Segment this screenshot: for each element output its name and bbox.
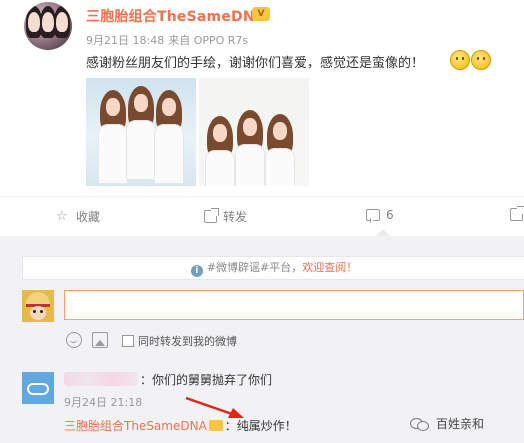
sync-forward-label: 同时转发到我的微博 [138,335,237,348]
post-text: 感谢粉丝朋友们的手绘，谢谢你们喜爱，感觉还是蛮像的！ [86,56,425,71]
post-meta: 9月21日 18:48 来自 OPPO R7s [86,32,248,48]
star-icon: ☆ [56,208,68,224]
reply-text: ：纯属炒作！ [224,419,297,433]
favorite-button[interactable]: ☆ 收藏 [56,208,100,225]
author-name[interactable]: 三胞胎组合TheSameDNA [86,6,266,26]
favorite-label: 收藏 [76,210,101,224]
comment-icon [366,209,380,221]
comment-count: 6 [386,208,394,222]
comment-input[interactable] [64,290,524,320]
info-icon: i [190,265,203,277]
forward-button[interactable]: 转发 [204,208,247,225]
forward-icon [204,208,219,223]
post-source: 来自 OPPO R7s [168,34,249,47]
wechat-logo-icon [410,416,430,432]
my-avatar[interactable] [22,290,54,322]
thumb-up-icon [510,206,524,221]
post-photo-1[interactable] [86,78,196,186]
like-button[interactable] [510,206,524,221]
image-upload-icon[interactable] [92,332,108,348]
notice-link[interactable]: 欢迎查阅！ [302,261,357,274]
commenter-avatar[interactable] [22,372,54,404]
author-avatar[interactable] [24,2,72,50]
comment-text: ：你们的舅舅抛弃了你们 [140,373,273,387]
vip-badge-icon: V [252,7,270,21]
divider [0,196,524,197]
comment-caret [376,229,390,236]
forward-label: 转发 [223,210,248,224]
watermark-text: 百姓亲和 [436,417,485,431]
weibo-post-card: 三胞胎组合TheSameDNA V 9月21日 18:48 来自 OPPO R7s… [0,0,524,443]
reply-author[interactable]: 三胞胎组合TheSameDNA [64,419,207,433]
comment-button[interactable]: 6 [366,208,394,222]
smile-emoji-icon [450,50,470,70]
author-reply: 三胞胎组合TheSameDNA ：纯属炒作！ [64,417,297,434]
post-photo-2[interactable] [199,78,309,186]
reply-vip-icon [208,420,223,431]
post-time[interactable]: 9月21日 18:48 [86,34,164,47]
commenter-name-blurred[interactable] [64,372,138,386]
grin-emoji-icon [471,50,491,70]
sync-forward-checkbox[interactable] [122,335,134,347]
notice-prefix: #微博辟谣#平台， [206,261,303,274]
watermark: 百姓亲和 [410,415,484,432]
rumor-notice: i #微博辟谣#平台，欢迎查阅！ [22,256,524,280]
comment-time: 9月24日 21:18 [64,396,143,409]
emoji-picker-icon[interactable] [66,332,82,348]
